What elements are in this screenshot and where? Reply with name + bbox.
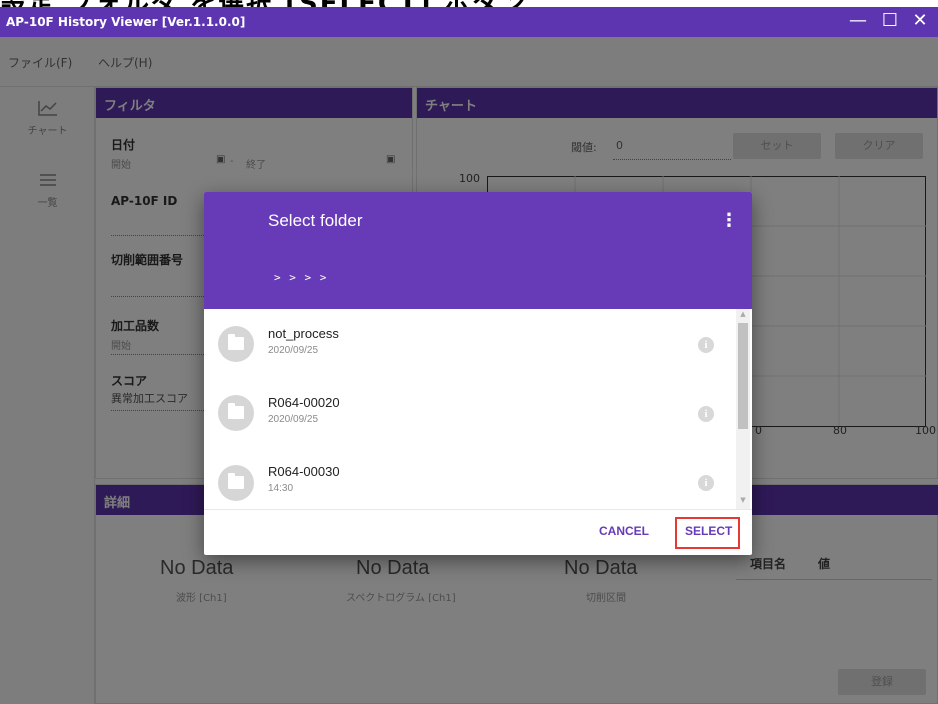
maximize-icon[interactable]: ☐ [878,10,902,34]
title-bar: AP-10F History Viewer [Ver.1.1.0.0] — ☐ … [0,7,938,37]
select-button[interactable]: SELECT [685,524,732,538]
folder-list-scrollbar[interactable]: ▲ ▼ [736,309,750,509]
folder-breadcrumb[interactable]: > > > > [274,271,327,284]
minimize-icon[interactable]: — [846,10,870,34]
folder-name: not_process [268,326,339,341]
folder-icon [218,395,254,431]
folder-icon [218,465,254,501]
folder-name: R064-00020 [268,395,340,410]
scroll-down-icon[interactable]: ▼ [738,496,748,504]
folder-date: 2020/09/25 [268,414,319,425]
folder-date: 2020/09/25 [268,345,319,356]
folder-date: 14:30 [268,483,294,494]
folder-list-item[interactable]: not_process 2020/09/25 i [204,309,734,379]
dialog-title: Select folder [268,211,363,230]
folder-name: R064-00030 [268,464,340,479]
scroll-up-icon[interactable]: ▲ [738,310,748,318]
window-title: AP-10F History Viewer [Ver.1.1.0.0] [6,15,246,29]
select-folder-dialog: Select folder ⋮ > > > > not_process 2020… [204,192,752,555]
close-icon[interactable]: ✕ [908,10,932,34]
folder-icon [218,326,254,362]
dialog-header: Select folder ⋮ > > > > [204,192,752,309]
folder-list: not_process 2020/09/25 i R064-00020 2020… [204,309,752,509]
folder-list-item[interactable]: R064-00030 14:30 i [204,449,734,509]
top-caption-fragment: 設定 フォルダ を選択 [SELECT] ボタン [0,0,938,7]
info-icon[interactable]: i [698,475,714,491]
cancel-button[interactable]: CANCEL [599,524,649,538]
scrollbar-thumb[interactable] [738,323,748,429]
app-window: 設定 フォルダ を選択 [SELECT] ボタン AP-10F History … [0,0,938,704]
dialog-actions: CANCEL SELECT [204,509,752,555]
folder-list-item[interactable]: R064-00020 2020/09/25 i [204,379,734,449]
info-icon[interactable]: i [698,337,714,353]
info-icon[interactable]: i [698,406,714,422]
more-vert-icon[interactable]: ⋮ [720,210,738,231]
